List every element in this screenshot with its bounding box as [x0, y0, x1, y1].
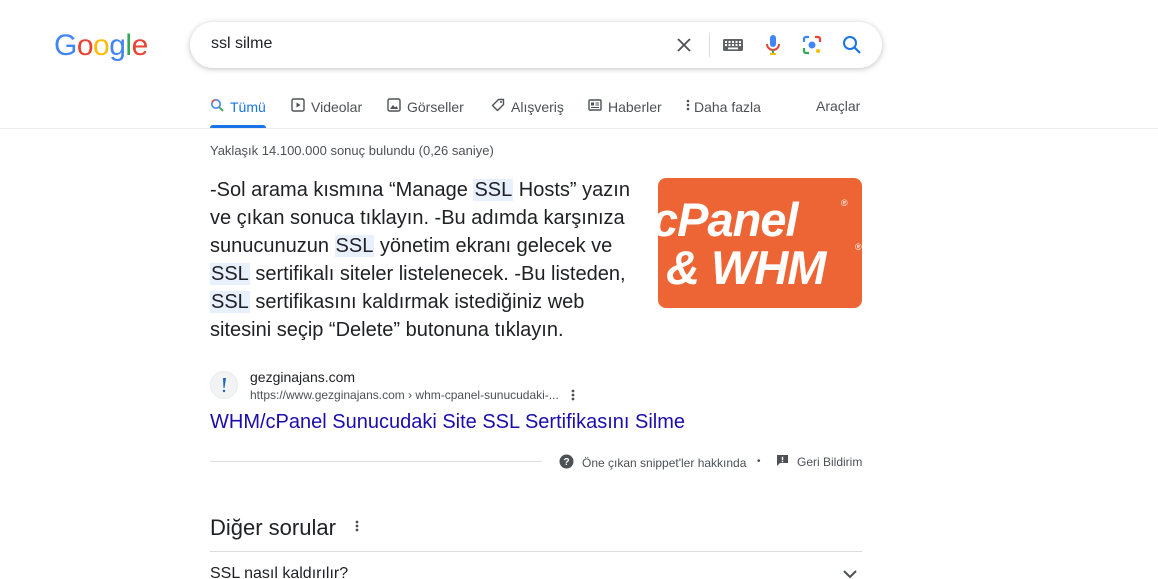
snippet-highlight: SSL: [473, 179, 514, 201]
tab-label: Videolar: [311, 98, 363, 115]
paa-title: Diğer sorular: [210, 515, 336, 540]
snippet-highlight: SSL: [210, 291, 250, 313]
feedback-label: Geri Bildirim: [797, 455, 863, 469]
result-options-icon[interactable]: [571, 388, 575, 405]
tab-videos[interactable]: Videolar: [291, 98, 362, 115]
search-box[interactable]: ssl silme: [190, 22, 882, 68]
tab-news[interactable]: Haberler: [588, 98, 662, 115]
help-icon: ?: [559, 454, 574, 472]
mic-icon[interactable]: [761, 33, 785, 57]
site-name: gezginajans.com: [250, 369, 356, 385]
tab-images[interactable]: Görseller: [387, 98, 464, 115]
site-url: https://www.gezginajans.com › whm-cpanel…: [250, 388, 559, 402]
snippet-highlight: SSL: [334, 235, 375, 257]
clear-icon[interactable]: [672, 33, 696, 57]
lens-icon[interactable]: [800, 33, 824, 57]
paa-divider: [210, 551, 862, 552]
snippet-text: sertifikasını kaldırmak istediğiniz web …: [210, 291, 585, 341]
logo-letter: G: [54, 29, 77, 62]
result-stats: Yaklaşık 14.100.000 sonuç bulundu (0,26 …: [210, 143, 494, 158]
logo-letter: g: [109, 29, 126, 62]
search-input[interactable]: ssl silme: [211, 35, 272, 53]
snippet-text: yönetim ekranı gelecek ve: [374, 235, 613, 257]
registered-mark: ®: [841, 198, 848, 208]
site-favicon: [210, 371, 238, 399]
search-tabs: Tümü Videolar Görseller Alışveriş Haberl…: [0, 88, 1158, 129]
search-icon: [210, 98, 224, 115]
feedback-icon: [776, 454, 789, 470]
tab-all[interactable]: Tümü: [210, 98, 266, 115]
tab-label: Daha fazla: [694, 98, 761, 115]
svg-text:?: ?: [563, 457, 569, 468]
result-source[interactable]: gezginajans.com https://www.gezginajans.…: [210, 368, 630, 404]
logo-letter: o: [76, 29, 94, 62]
about-snippets-label: Öne çıkan snippet'ler hakkında: [582, 456, 747, 470]
tab-label: Görseller: [407, 98, 464, 115]
tab-label: Tümü: [230, 98, 266, 115]
feedback-divider: [210, 461, 542, 462]
snippet-highlight: SSL: [210, 263, 250, 285]
keyboard-icon[interactable]: [721, 33, 745, 57]
result-title-link[interactable]: WHM/cPanel Sunucudaki Site SSL Sertifika…: [210, 411, 685, 434]
tab-more[interactable]: Daha fazla: [686, 98, 761, 115]
news-icon: [588, 98, 602, 115]
active-tab-indicator: [210, 125, 266, 128]
search-icon[interactable]: [840, 33, 864, 57]
image-text-whm: & WHM: [666, 241, 826, 294]
paa-options-icon[interactable]: [355, 519, 359, 538]
feedback-link[interactable]: Geri Bildirim: [776, 454, 862, 470]
logo-letter: o: [93, 29, 110, 62]
google-logo[interactable]: Google: [54, 29, 148, 63]
play-icon: [291, 98, 305, 115]
tab-shopping[interactable]: Alışveriş: [491, 98, 564, 115]
about-snippets-link[interactable]: ? Öne çıkan snippet'ler hakkında: [559, 454, 746, 472]
feedback-separator: •: [757, 456, 761, 467]
tab-label: Haberler: [608, 98, 662, 115]
snippet-text: sertifikalı siteler listelenecek. -Bu li…: [249, 263, 626, 285]
search-divider: [709, 33, 710, 57]
tools-label: Araçlar: [816, 98, 861, 114]
chevron-down-icon[interactable]: [842, 566, 858, 579]
registered-mark: ®: [855, 242, 862, 252]
paa-question[interactable]: SSL nasıl kaldırılır?: [210, 565, 348, 579]
image-icon: [387, 98, 401, 115]
snippet-image[interactable]: cPanel & WHM ® ®: [658, 178, 862, 308]
more-vert-icon: [686, 98, 690, 115]
tools-button[interactable]: Araçlar: [816, 98, 860, 114]
snippet-text: -Sol arama kısmına “Manage: [210, 179, 474, 201]
featured-snippet-text: -Sol arama kısmına “Manage SSL Hosts” ya…: [210, 176, 640, 344]
tag-icon: [491, 98, 505, 115]
tab-label: Alışveriş: [511, 98, 564, 115]
image-text-cpanel: cPanel: [658, 193, 799, 246]
logo-letter: e: [131, 29, 149, 62]
